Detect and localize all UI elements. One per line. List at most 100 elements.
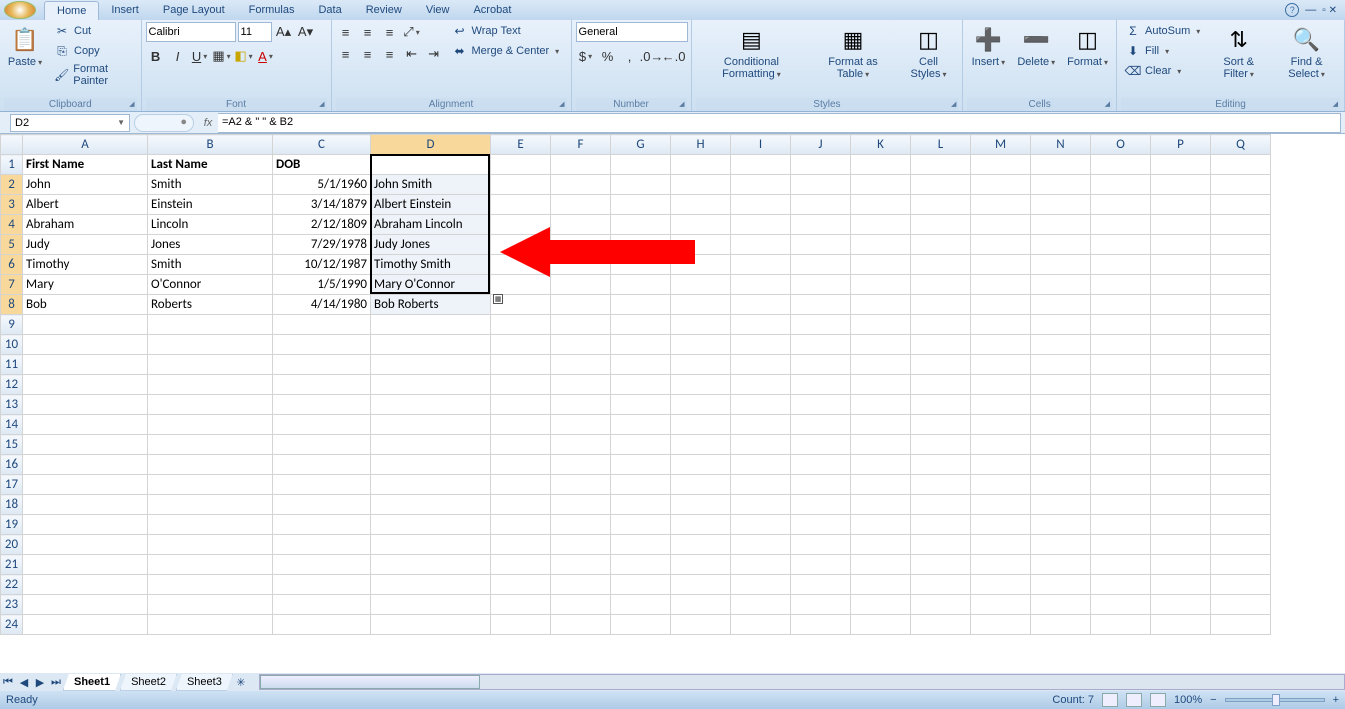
- cell-I12[interactable]: [731, 375, 791, 395]
- cell-N18[interactable]: [1031, 495, 1091, 515]
- cell-P6[interactable]: [1151, 255, 1211, 275]
- cell-A1[interactable]: First Name: [23, 155, 148, 175]
- cell-E2[interactable]: [491, 175, 551, 195]
- cell-E21[interactable]: [491, 555, 551, 575]
- zoom-level[interactable]: 100%: [1174, 694, 1202, 706]
- autosum-button[interactable]: ΣAutoSum: [1121, 22, 1204, 40]
- row-header-12[interactable]: 12: [1, 375, 23, 395]
- cell-K3[interactable]: [851, 195, 911, 215]
- comma-icon[interactable]: ,: [620, 46, 640, 66]
- cell-K12[interactable]: [851, 375, 911, 395]
- cell-I10[interactable]: [731, 335, 791, 355]
- cell-H22[interactable]: [671, 575, 731, 595]
- cell-L6[interactable]: [911, 255, 971, 275]
- cell-H12[interactable]: [671, 375, 731, 395]
- cell-P2[interactable]: [1151, 175, 1211, 195]
- cell-O11[interactable]: [1091, 355, 1151, 375]
- cell-O10[interactable]: [1091, 335, 1151, 355]
- cell-B9[interactable]: [148, 315, 273, 335]
- cell-O6[interactable]: [1091, 255, 1151, 275]
- copy-button[interactable]: ⎘Copy: [50, 42, 137, 60]
- cell-F23[interactable]: [551, 595, 611, 615]
- col-header-A[interactable]: A: [23, 135, 148, 155]
- cell-M6[interactable]: [971, 255, 1031, 275]
- cell-L5[interactable]: [911, 235, 971, 255]
- row-header-2[interactable]: 2: [1, 175, 23, 195]
- cell-G12[interactable]: [611, 375, 671, 395]
- worksheet[interactable]: ABCDEFGHIJKLMNOPQ 1First NameLast NameDO…: [0, 134, 1345, 673]
- cell-J7[interactable]: [791, 275, 851, 295]
- cell-C21[interactable]: [273, 555, 371, 575]
- cell-P16[interactable]: [1151, 455, 1211, 475]
- cell-O4[interactable]: [1091, 215, 1151, 235]
- cell-Q15[interactable]: [1211, 435, 1271, 455]
- zoom-slider[interactable]: [1225, 698, 1325, 702]
- cell-L4[interactable]: [911, 215, 971, 235]
- cell-Q10[interactable]: [1211, 335, 1271, 355]
- cell-M14[interactable]: [971, 415, 1031, 435]
- cell-G8[interactable]: [611, 295, 671, 315]
- sheet-tab-1[interactable]: Sheet1: [63, 674, 121, 691]
- cell-H2[interactable]: [671, 175, 731, 195]
- increase-indent-icon[interactable]: ⇥: [424, 44, 444, 64]
- cell-P5[interactable]: [1151, 235, 1211, 255]
- increase-decimal-icon[interactable]: .0→: [642, 46, 662, 66]
- number-format-select[interactable]: [576, 22, 688, 42]
- cell-E10[interactable]: [491, 335, 551, 355]
- col-header-M[interactable]: M: [971, 135, 1031, 155]
- format-cells-button[interactable]: ◫Format: [1063, 22, 1112, 70]
- cell-E24[interactable]: [491, 615, 551, 635]
- cell-F19[interactable]: [551, 515, 611, 535]
- cell-O21[interactable]: [1091, 555, 1151, 575]
- cell-K16[interactable]: [851, 455, 911, 475]
- cell-I9[interactable]: [731, 315, 791, 335]
- cell-K24[interactable]: [851, 615, 911, 635]
- cell-E19[interactable]: [491, 515, 551, 535]
- cell-N1[interactable]: [1031, 155, 1091, 175]
- cell-O18[interactable]: [1091, 495, 1151, 515]
- cell-I1[interactable]: [731, 155, 791, 175]
- cell-F16[interactable]: [551, 455, 611, 475]
- autofill-options-icon[interactable]: ▦: [493, 294, 503, 304]
- cell-L13[interactable]: [911, 395, 971, 415]
- cell-N15[interactable]: [1031, 435, 1091, 455]
- cell-J4[interactable]: [791, 215, 851, 235]
- conditional-formatting-button[interactable]: ▤Conditional Formatting: [696, 22, 808, 82]
- cell-A13[interactable]: [23, 395, 148, 415]
- row-header-15[interactable]: 15: [1, 435, 23, 455]
- cell-A7[interactable]: Mary: [23, 275, 148, 295]
- cell-K19[interactable]: [851, 515, 911, 535]
- cell-L10[interactable]: [911, 335, 971, 355]
- clear-button[interactable]: ⌫Clear: [1121, 62, 1204, 80]
- cell-G16[interactable]: [611, 455, 671, 475]
- row-header-18[interactable]: 18: [1, 495, 23, 515]
- cell-D23[interactable]: [371, 595, 491, 615]
- cell-N8[interactable]: [1031, 295, 1091, 315]
- cell-P18[interactable]: [1151, 495, 1211, 515]
- col-header-L[interactable]: L: [911, 135, 971, 155]
- help-icon[interactable]: ?: [1285, 3, 1299, 17]
- decrease-indent-icon[interactable]: ⇤: [402, 44, 422, 64]
- cell-E17[interactable]: [491, 475, 551, 495]
- cell-K13[interactable]: [851, 395, 911, 415]
- cell-H15[interactable]: [671, 435, 731, 455]
- sheet-nav-next[interactable]: ▶: [32, 676, 48, 689]
- cell-N10[interactable]: [1031, 335, 1091, 355]
- cell-A16[interactable]: [23, 455, 148, 475]
- cell-I2[interactable]: [731, 175, 791, 195]
- cell-H20[interactable]: [671, 535, 731, 555]
- tab-home[interactable]: Home: [44, 1, 99, 20]
- cell-K17[interactable]: [851, 475, 911, 495]
- cell-K20[interactable]: [851, 535, 911, 555]
- cell-P22[interactable]: [1151, 575, 1211, 595]
- cell-Q23[interactable]: [1211, 595, 1271, 615]
- cell-F1[interactable]: [551, 155, 611, 175]
- cell-A10[interactable]: [23, 335, 148, 355]
- cell-E20[interactable]: [491, 535, 551, 555]
- cell-F9[interactable]: [551, 315, 611, 335]
- cell-F22[interactable]: [551, 575, 611, 595]
- cell-I13[interactable]: [731, 395, 791, 415]
- cell-A9[interactable]: [23, 315, 148, 335]
- cell-C4[interactable]: 2/12/1809: [273, 215, 371, 235]
- cell-N6[interactable]: [1031, 255, 1091, 275]
